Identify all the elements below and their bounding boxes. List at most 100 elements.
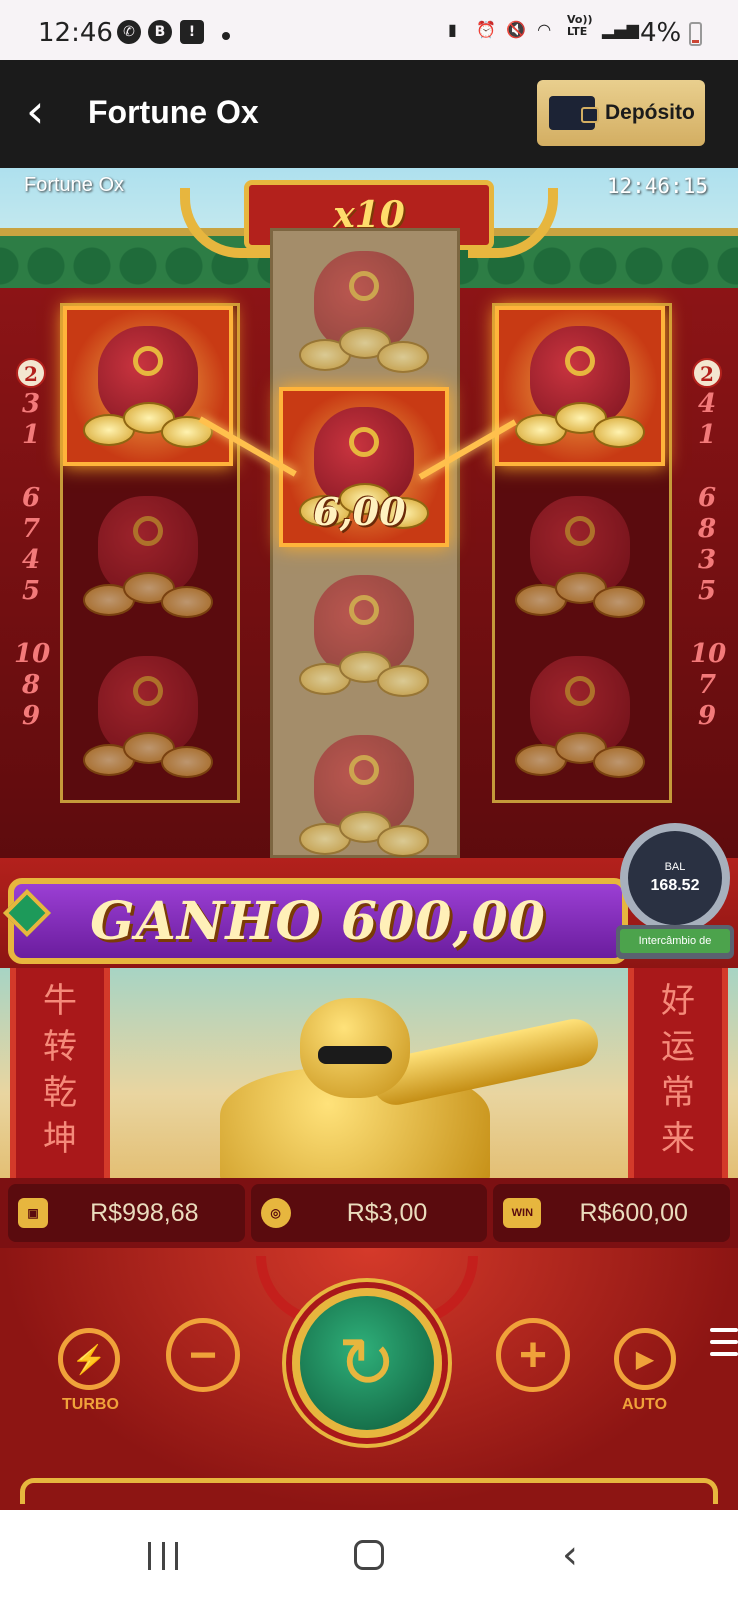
coins-icon: ◎ (260, 1198, 291, 1228)
turbo-button[interactable]: ⚡ (58, 1328, 120, 1390)
payline-number: 3 (697, 545, 717, 575)
money-bag-icon (515, 646, 645, 786)
payline-number: 6 (21, 483, 41, 513)
win-icon: WIN (503, 1198, 542, 1228)
reel-cell (279, 555, 449, 715)
payline-numbers-right: 2 4 1 6 8 3 5 10 7 9 (690, 358, 727, 732)
decrease-bet-button[interactable]: − (166, 1318, 240, 1392)
whatsapp-icon: ✆ (117, 20, 141, 44)
bet-stat: ◎ R$3,00 (250, 1184, 488, 1242)
payline-number: 1 (697, 420, 717, 450)
reel-middle: 6,00 (270, 228, 460, 858)
money-bag-icon (83, 316, 213, 456)
game-area: Fortune Ox 12:46:15 x10 6,00 2 3 1 6 7 4… (0, 168, 738, 1510)
payline-number: 8 (21, 670, 41, 700)
sunglasses-icon (318, 1046, 392, 1064)
payline-numbers-left: 2 3 1 6 7 4 5 10 8 9 (14, 358, 51, 732)
payline-number: 10 (690, 639, 727, 669)
ox-scene: 牛 转 乾 坤 好 运 常 来 (0, 968, 738, 1188)
stats-bar: ▣ R$998,68 ◎ R$3,00 WIN R$600,00 (0, 1178, 738, 1248)
wallet-icon: ▣ (18, 1198, 48, 1228)
back-arrow-icon[interactable]: ‹ (26, 88, 76, 138)
reel-cell (63, 636, 233, 796)
screen: 12:46 ✆ B ! ▮ ⏰ 🔇 ◠ Vo)) LTE ▂▄▆ 4% ‹ For… (0, 0, 738, 1600)
balance-value: 168.52 (650, 877, 700, 894)
payline-number: 6 (697, 483, 717, 513)
status-bar: 12:46 ✆ B ! ▮ ⏰ 🔇 ◠ Vo)) LTE ▂▄▆ 4% (0, 0, 738, 60)
reel-cell (495, 636, 665, 796)
app-bar: ‹ Fortune Ox Depósito (0, 60, 738, 168)
pillar-char: 坤 (43, 1119, 77, 1159)
wallet-icon (549, 96, 599, 130)
pillar-char: 转 (43, 1027, 77, 1067)
spin-button[interactable]: ↻ (292, 1288, 442, 1438)
deposit-label: Depósito (605, 101, 695, 124)
alert-icon: ! (180, 20, 204, 44)
recent-apps-icon[interactable] (148, 1542, 178, 1570)
payline-number: 3 (21, 389, 41, 419)
battery-saver-icon: ▮ (448, 20, 457, 39)
payline-number: 5 (697, 576, 717, 606)
balance-label: BAL (664, 861, 686, 873)
win-banner-text: GANHO 600,00 (90, 890, 546, 952)
payline-number: 7 (21, 514, 41, 544)
menu-icon[interactable] (710, 1328, 738, 1364)
pillar-char: 运 (661, 1027, 695, 1067)
notification-dot (222, 32, 230, 40)
payline-number: 8 (697, 514, 717, 544)
payline-number: 9 (21, 701, 41, 731)
lightning-icon: ⚡ (71, 1343, 107, 1375)
reel-cell (279, 231, 449, 391)
pillar-char: 好 (661, 981, 695, 1021)
money-bag-icon (515, 486, 645, 626)
system-nav-bar: ‹ (0, 1510, 738, 1600)
reel-cell (279, 715, 449, 875)
alarm-icon: ⏰ (476, 20, 496, 39)
exchange-button[interactable]: Intercâmbio de (620, 929, 730, 953)
increase-bet-button[interactable]: + (496, 1318, 570, 1392)
balance-stat: ▣ R$998,68 (8, 1184, 245, 1242)
reel-cell (495, 306, 665, 466)
money-bag-icon (83, 646, 213, 786)
reel-right (492, 303, 672, 803)
decorative-frame (20, 1478, 718, 1504)
exchange-panel: Intercâmbio de (616, 925, 734, 959)
turbo-label: TURBO (62, 1396, 119, 1413)
reel-cell (63, 476, 233, 636)
nav-back-icon[interactable]: ‹ (562, 1532, 578, 1578)
battery-percent: 4% (640, 18, 682, 48)
play-icon: ▶ (635, 1345, 655, 1373)
network-type: Vo)) LTE (567, 13, 593, 38)
win-banner-panel: GANHO 600,00 (8, 878, 628, 964)
money-bag-icon (299, 565, 429, 705)
pillar-right: 好 运 常 来 (628, 968, 728, 1178)
game-clock: 12:46:15 (606, 174, 708, 198)
pillar-char: 常 (661, 1073, 695, 1113)
payline-number: 2 (692, 358, 722, 388)
balance-widget[interactable]: BAL 168.52 Intercâmbio de (616, 823, 734, 973)
status-time: 12:46 (38, 18, 113, 48)
payline-number: 4 (21, 545, 41, 575)
payline-number: 1 (21, 420, 41, 450)
win-stat: WIN R$600,00 (493, 1184, 731, 1242)
payline-number: 5 (21, 576, 41, 606)
signal-icon: ▂▄▆ (602, 20, 639, 39)
controls-panel: ⚡ TURBO − ↻ + ▶ AUTO (0, 1248, 738, 1510)
pillar-char: 乾 (43, 1073, 77, 1113)
golden-ox-icon (200, 988, 603, 1188)
bet-amount: R$3,00 (346, 1198, 428, 1227)
auto-spin-button[interactable]: ▶ (614, 1328, 676, 1390)
reel-left (60, 303, 240, 803)
reel-cell (63, 306, 233, 466)
pillar-left: 牛 转 乾 坤 (10, 968, 110, 1178)
money-bag-icon (83, 486, 213, 626)
deposit-button[interactable]: Depósito (537, 80, 705, 146)
money-bag-icon (299, 241, 429, 381)
battery-icon (689, 22, 702, 46)
pillar-char: 来 (661, 1119, 695, 1159)
mute-icon: 🔇 (506, 20, 526, 39)
payline-number: 10 (14, 639, 51, 669)
home-icon[interactable] (354, 1540, 384, 1570)
pillar-char: 牛 (43, 981, 77, 1021)
reel-cell (495, 476, 665, 636)
